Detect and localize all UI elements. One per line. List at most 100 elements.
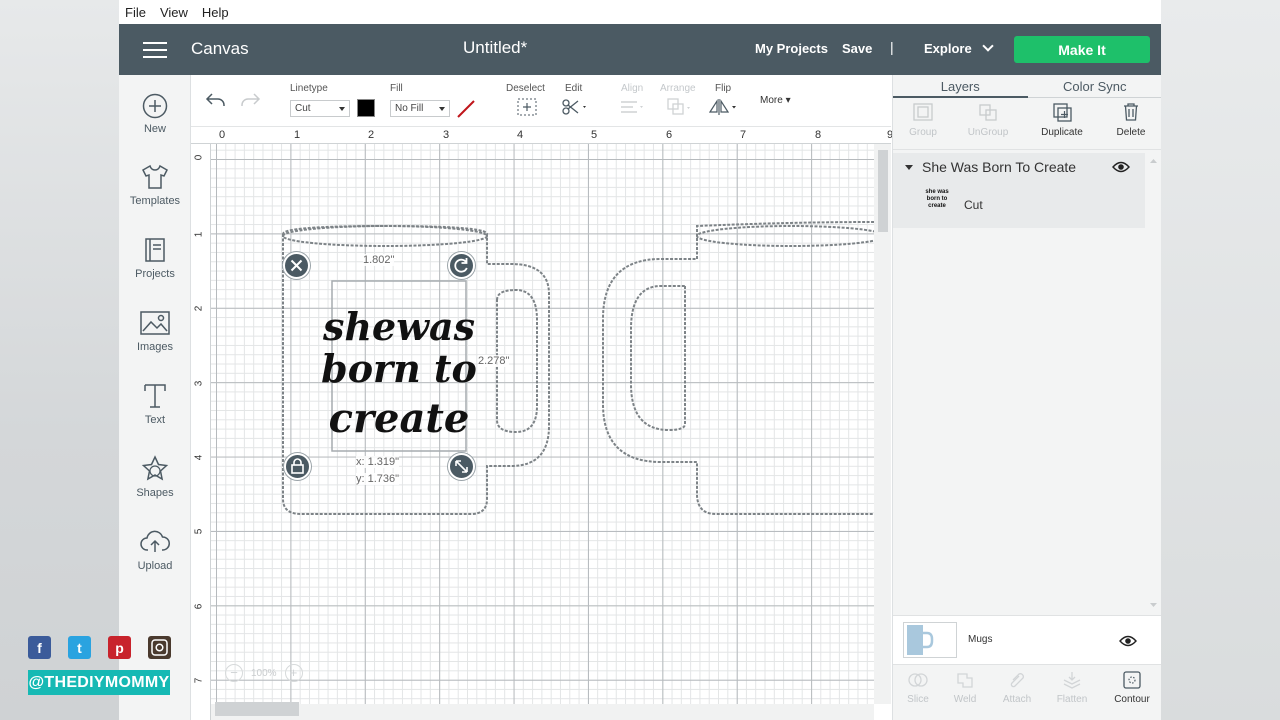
rail-new-label: New [143,123,166,135]
delete-button[interactable]: Delete [1101,102,1161,138]
rotate-handle[interactable] [448,252,475,279]
instagram-icon [148,636,171,659]
fill-value: No Fill [395,103,424,114]
document-title: Untitled* [463,38,528,57]
save-link[interactable]: Save [842,41,872,56]
canvas-layer-row[interactable]: Mugs [893,615,1161,665]
contour-label: Contour [1114,694,1150,705]
lock-handle[interactable] [284,453,311,480]
arrange-label: Arrange [660,83,696,94]
eye-icon[interactable] [1112,161,1130,173]
linetype-color-swatch[interactable] [357,99,375,117]
resize-arrows-icon [455,460,468,473]
my-projects-link[interactable]: My Projects [755,41,828,56]
panel-tabs: Layers Color Sync [893,75,1161,98]
flatten-label: Flatten [1056,694,1088,705]
layer-item-cut[interactable]: Cut [964,198,983,212]
social-icons: f t p [28,636,171,659]
zoom-out-button[interactable]: − [225,664,243,682]
pinterest-icon: p [108,636,131,659]
group-button[interactable]: Group [893,102,953,138]
ruler-top-7: 7 [740,129,747,141]
mug-templates[interactable]: shewas born to create [211,144,874,704]
plus-circle-icon [142,93,168,119]
more-menu[interactable]: More ▾ [760,95,791,106]
deselect-label: Deselect [506,83,545,94]
fill-select[interactable]: No Fill [390,100,450,117]
zoom-in-button[interactable]: + [284,664,303,682]
rail-upload[interactable]: Upload [119,528,191,572]
rail-new[interactable]: New [119,93,191,135]
x-position-readout: x: 1.319" [356,456,400,468]
ruler-left-6: 6 [193,603,205,610]
selected-design: shewas born to create [321,280,477,452]
tab-layers[interactable]: Layers [893,75,1028,98]
canvas-vertical-scroll-thumb[interactable] [878,150,888,232]
rail-upload-label: Upload [137,560,173,572]
cloud-upload-icon [140,530,170,552]
design-space-window: File View Help Canvas Untitled* My Proje… [119,0,1161,720]
slice-button[interactable]: Slice [893,671,943,705]
flatten-icon [1063,672,1081,689]
ruler-top-3: 3 [443,129,450,141]
ruler-left-2: 2 [193,305,205,312]
ungroup-button[interactable]: UnGroup [958,102,1018,138]
ruler-top-4: 4 [517,129,524,141]
menu-help[interactable]: Help [202,5,229,20]
flip-icon[interactable] [708,97,740,117]
tab-color-sync[interactable]: Color Sync [1027,75,1161,98]
paperclip-icon [1010,673,1024,688]
delete-label: Delete [1116,127,1146,138]
rail-projects[interactable]: Projects [119,236,191,280]
delete-handle[interactable] [283,252,310,279]
eye-icon[interactable] [1119,635,1137,647]
rail-templates[interactable]: Templates [119,163,191,207]
contour-icon [1123,671,1141,689]
undo-icon[interactable] [205,91,227,109]
menu-view[interactable]: View [160,5,188,20]
make-it-button[interactable]: Make It [1014,36,1150,63]
menu-file[interactable]: File [125,5,146,20]
linetype-select[interactable]: Cut [290,100,350,117]
attach-button[interactable]: Attach [992,671,1042,705]
flip-label: Flip [715,83,732,94]
rail-shapes[interactable]: Shapes [119,455,191,499]
slice-icon [908,673,928,687]
linetype-label: Linetype [290,83,328,94]
panel-scrollbar[interactable] [1145,153,1161,613]
edit-scissors-icon[interactable] [560,97,590,117]
weld-icon [957,673,973,688]
explore-label: Explore [924,41,972,56]
weld-label: Weld [953,694,977,705]
duplicate-button[interactable]: Duplicate [1032,102,1092,138]
no-fill-swatch-icon[interactable] [456,99,476,119]
rail-text[interactable]: Text [119,382,191,426]
layer-group-row[interactable]: She Was Born To Create she was born to c… [893,153,1145,228]
canvas-horizontal-scroll-thumb[interactable] [215,702,299,716]
caret-down-icon[interactable] [905,165,913,170]
rail-images[interactable]: Images [119,309,191,353]
layers-panel: Layers Color Sync Group UnGroup Duplicat… [892,75,1161,720]
resize-handle[interactable] [448,453,475,480]
ruler-top-8: 8 [815,129,822,141]
arrange-icon [667,98,690,115]
group-label: Group [909,127,937,138]
zoom-level: 100% [251,667,277,679]
layer-group-title: She Was Born To Create [922,159,1077,175]
edit-label: Edit [565,83,583,94]
weld-button[interactable]: Weld [940,671,990,705]
desktop-backdrop-right [1161,0,1280,720]
explore-dropdown[interactable]: Explore [924,40,994,56]
twitter-icon: t [68,636,91,659]
chevron-down-icon [982,40,994,52]
layer-actions: Group UnGroup Duplicate Delete [893,98,1161,150]
contour-button[interactable]: Contour [1107,671,1157,705]
ruler-left-1: 1 [193,231,205,238]
deselect-icon[interactable] [516,97,538,117]
hamburger-menu-icon[interactable] [143,42,167,59]
text-t-icon [144,384,166,408]
art-line-3: create [329,395,470,442]
flatten-button[interactable]: Flatten [1047,671,1097,705]
brand-title: Canvas [191,39,249,58]
canvas-horizontal-scrollbar[interactable] [211,704,874,720]
